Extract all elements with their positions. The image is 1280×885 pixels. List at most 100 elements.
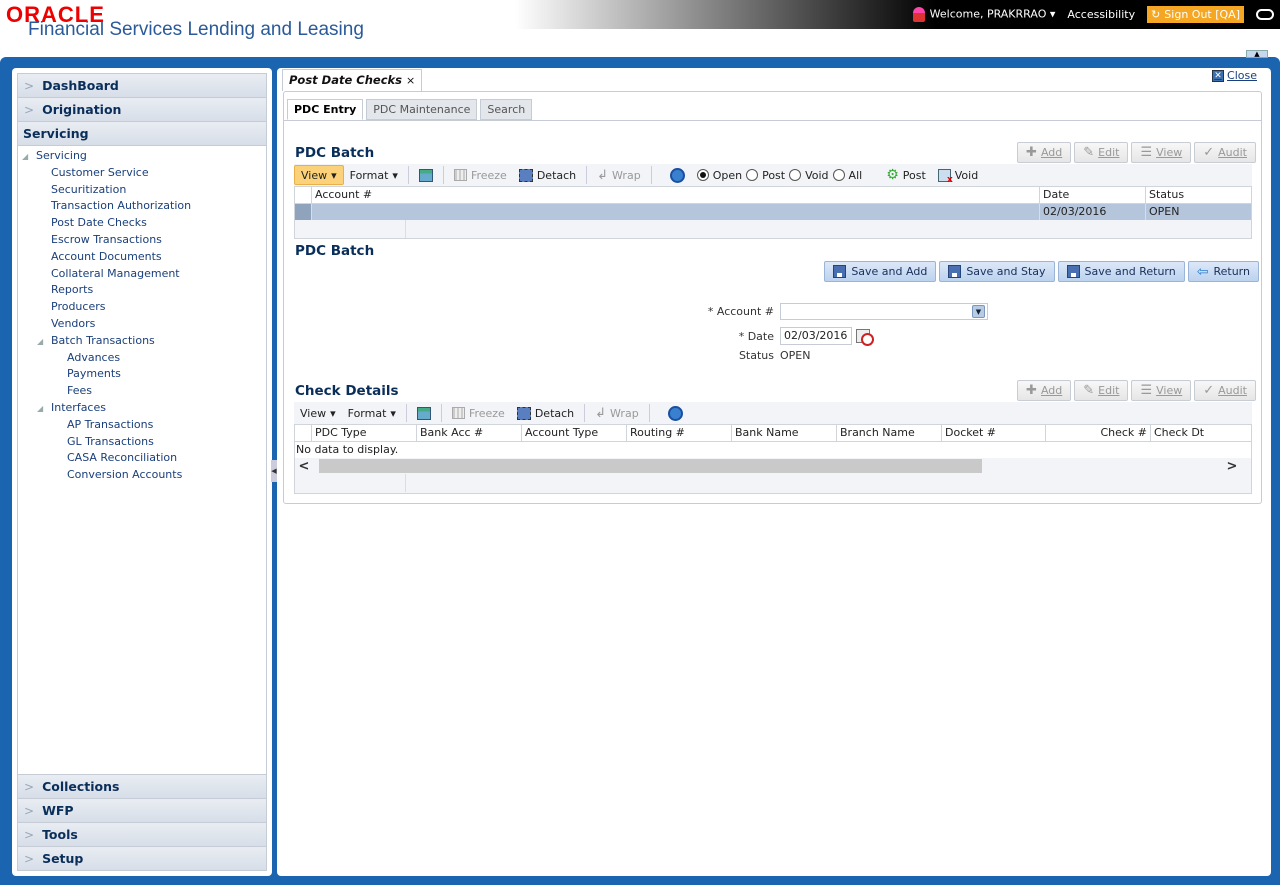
query-by-example-button[interactable]: [413, 165, 439, 185]
col-pdc-type[interactable]: PDC Type: [312, 425, 417, 441]
tree-item-fees[interactable]: Fees: [18, 383, 266, 400]
tree-item-servicing[interactable]: ◢ Servicing: [18, 148, 266, 165]
check-refresh-button[interactable]: [662, 403, 689, 423]
table-row[interactable]: 02/03/2016 OPEN: [295, 204, 1251, 220]
add-button[interactable]: ✚ Add: [1017, 142, 1072, 163]
tree-item-advances[interactable]: Advances: [18, 350, 266, 367]
check-view-menu[interactable]: View ▾: [294, 403, 342, 423]
doc-tab-post-date-checks[interactable]: Post Date Checks ×: [282, 69, 423, 91]
grid-footer-cell: [295, 474, 406, 492]
return-button[interactable]: ⇦ Return: [1187, 261, 1259, 282]
wrap-button[interactable]: ↲ Wrap: [591, 165, 647, 185]
calendar-icon[interactable]: [856, 329, 874, 346]
close-tab-icon[interactable]: ×: [406, 74, 415, 87]
toolbar-separator: [648, 404, 650, 422]
status-row: Status OPEN: [694, 349, 811, 362]
col-date[interactable]: Date: [1040, 187, 1146, 203]
sidebar-section-servicing[interactable]: Servicing: [18, 122, 266, 146]
scroll-right-arrow-icon[interactable]: >: [1223, 459, 1241, 474]
tree-item-payments[interactable]: Payments: [18, 366, 266, 383]
tree-item-vendors[interactable]: Vendors: [18, 316, 266, 333]
tree-item-batch-transactions[interactable]: ◢ Batch Transactions: [18, 333, 266, 350]
tree-item-reports[interactable]: Reports: [18, 282, 266, 299]
audit-button[interactable]: ✓ Audit: [1194, 142, 1256, 163]
scroll-left-arrow-icon[interactable]: <: [295, 459, 313, 474]
tree-item-escrow-transactions[interactable]: Escrow Transactions: [18, 232, 266, 249]
check-format-menu[interactable]: Format ▾: [342, 403, 402, 423]
tab-pdc-maintenance[interactable]: PDC Maintenance: [366, 99, 478, 120]
check-audit-button[interactable]: ✓ Audit: [1194, 380, 1256, 401]
refresh-button[interactable]: [664, 165, 691, 185]
check-detach-button[interactable]: Detach: [511, 403, 580, 423]
account-select[interactable]: ▼: [780, 303, 988, 320]
tree-item-interfaces[interactable]: ◢ Interfaces: [18, 400, 266, 417]
post-button[interactable]: ⚙ Post: [880, 165, 932, 185]
tree-item-post-date-checks[interactable]: Post Date Checks: [18, 215, 266, 232]
close-button[interactable]: ✕ Close: [1212, 69, 1257, 82]
col-docket[interactable]: Docket #: [942, 425, 1046, 441]
chevron-down-icon[interactable]: ▼: [972, 305, 985, 318]
sidebar-section-collections[interactable]: > Collections: [18, 774, 266, 798]
check-freeze-button[interactable]: Freeze: [446, 403, 511, 423]
col-branch-name[interactable]: Branch Name: [837, 425, 942, 441]
check-add-button[interactable]: ✚ Add: [1017, 380, 1072, 401]
tree-item-ap-transactions[interactable]: AP Transactions: [18, 417, 266, 434]
tree-item-producers[interactable]: Producers: [18, 299, 266, 316]
save-and-stay-button[interactable]: Save and Stay: [939, 261, 1055, 282]
radio-post[interactable]: [746, 169, 759, 181]
scrollbar-thumb[interactable]: [319, 459, 982, 473]
view-button[interactable]: ☰ View: [1131, 142, 1192, 163]
col-bank-name[interactable]: Bank Name: [732, 425, 837, 441]
check-view-button[interactable]: ☰ View: [1131, 380, 1192, 401]
tab-pdc-entry[interactable]: PDC Entry: [287, 99, 364, 120]
save-and-return-button[interactable]: Save and Return: [1057, 261, 1185, 282]
tree-item-customer-service[interactable]: Customer Service: [18, 165, 266, 182]
view-menu[interactable]: View ▾: [294, 165, 344, 185]
radio-void[interactable]: [789, 169, 802, 181]
tree-item-securitization[interactable]: Securitization: [18, 182, 266, 199]
check-wrap-button[interactable]: ↲ Wrap: [589, 403, 645, 423]
accessibility-link[interactable]: Accessibility: [1067, 8, 1135, 21]
sidebar-section-wfp[interactable]: > WFP: [18, 798, 266, 822]
date-input[interactable]: 02/03/2016: [780, 327, 852, 345]
tree-item-gl-transactions[interactable]: GL Transactions: [18, 434, 266, 451]
tree-item-casa-reconciliation[interactable]: CASA Reconciliation: [18, 450, 266, 467]
col-account[interactable]: Account #: [312, 187, 1040, 203]
chevron-right-icon: >: [24, 102, 35, 117]
col-routing[interactable]: Routing #: [627, 425, 732, 441]
sidebar-section-origination[interactable]: > Origination: [18, 98, 266, 122]
void-button[interactable]: Void: [932, 165, 984, 185]
tree-item-transaction-authorization[interactable]: Transaction Authorization: [18, 198, 266, 215]
format-menu[interactable]: Format ▾: [344, 165, 404, 185]
col-status[interactable]: Status: [1146, 187, 1251, 203]
col-check-number[interactable]: Check #: [1046, 425, 1151, 441]
tree-item-conversion-accounts[interactable]: Conversion Accounts: [18, 467, 266, 484]
sign-out-button[interactable]: ↻ Sign Out [QA]: [1147, 6, 1244, 23]
col-check-date[interactable]: Check Dt: [1151, 425, 1248, 441]
tree-item-collateral-management[interactable]: Collateral Management: [18, 266, 266, 283]
save-and-add-button[interactable]: Save and Add: [824, 261, 937, 282]
tab-search[interactable]: Search: [480, 99, 533, 120]
toolbar-separator: [442, 166, 444, 184]
check-edit-button[interactable]: ✎ Edit: [1074, 380, 1129, 401]
row-selector[interactable]: [295, 204, 312, 220]
sidebar-section-dashboard[interactable]: > DashBoard: [18, 74, 266, 98]
col-bank-acc[interactable]: Bank Acc #: [417, 425, 522, 441]
collapse-header-button[interactable]: ▲: [1246, 50, 1268, 58]
expanded-triangle-icon: ◢: [37, 336, 44, 346]
freeze-button[interactable]: Freeze: [448, 165, 513, 185]
edit-button[interactable]: ✎ Edit: [1074, 142, 1129, 163]
check-query-by-example-button[interactable]: [411, 403, 437, 423]
sidebar-section-tools[interactable]: > Tools: [18, 822, 266, 846]
sidebar-section-setup[interactable]: > Setup: [18, 846, 266, 870]
radio-open[interactable]: [696, 169, 709, 181]
radio-all[interactable]: [832, 169, 845, 181]
tree-item-account-documents[interactable]: Account Documents: [18, 249, 266, 266]
horizontal-scrollbar[interactable]: < >: [295, 458, 1251, 474]
cell-status: OPEN: [1149, 205, 1180, 218]
chevron-right-icon: >: [24, 779, 35, 794]
detach-button[interactable]: Detach: [513, 165, 582, 185]
wrap-icon: ↲: [597, 167, 609, 183]
col-account-type[interactable]: Account Type: [522, 425, 627, 441]
welcome-menu[interactable]: Welcome, PRAKRRAO ▾: [912, 7, 1055, 22]
